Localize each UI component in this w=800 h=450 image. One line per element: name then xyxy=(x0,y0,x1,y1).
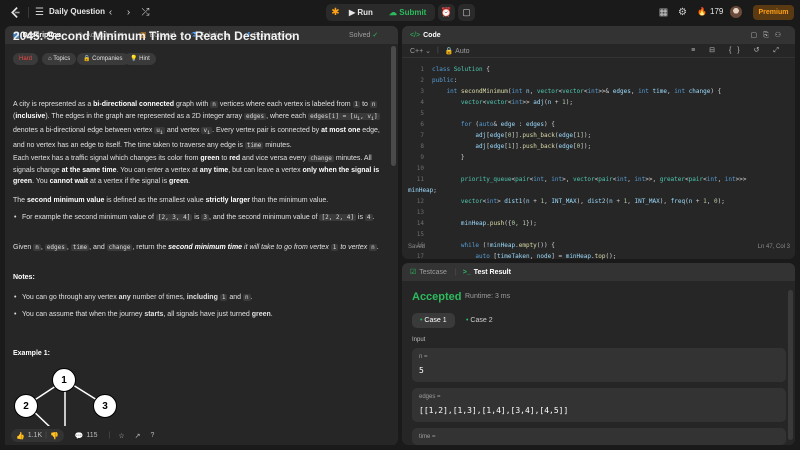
description-paragraph: The second minimum value is defined as t… xyxy=(13,197,329,204)
input-value: 5 xyxy=(419,366,424,375)
difficulty-badge: Hard xyxy=(13,53,39,65)
layout-icon[interactable]: ▦ xyxy=(657,6,670,19)
comments-button[interactable]: 💬 115 xyxy=(70,429,103,442)
code-header-icons[interactable]: ▢⎘⚇ xyxy=(751,31,788,40)
case-tab-2[interactable]: • Case 2 xyxy=(458,313,501,328)
settings-gear-icon[interactable]: ⚙ xyxy=(676,6,689,19)
description-paragraph: Each vertex has a traffic signal which c… xyxy=(13,155,380,185)
avatar[interactable] xyxy=(730,6,742,18)
input-edges-box: edges = [[1,2],[1,3],[1,4],[3,4],[4,5]] xyxy=(412,388,786,422)
test-tab-bar: ☑ Testcase | >_ Test Result xyxy=(402,263,795,281)
submit-button[interactable]: ☁ Submit xyxy=(389,5,434,20)
example-heading: Example 1: xyxy=(13,350,50,357)
editor-toolbar-icons[interactable]: ≡ ⊟ {} ↺ ⤢ xyxy=(691,46,785,55)
terminal-icon: >_ xyxy=(462,268,471,276)
help-icon[interactable]: ? xyxy=(151,432,155,439)
auto-mode-toggle[interactable]: 🔒 Auto xyxy=(445,47,470,55)
test-scrollbar[interactable] xyxy=(788,290,793,440)
verdict-label: Accepted xyxy=(412,291,462,303)
input-value: [[1,2],[1,3],[1,4],[3,4],[4,5]] xyxy=(419,406,569,415)
problem-title: 2045. Second Minimum Time to Reach Desti… xyxy=(13,29,300,43)
graph-node: 3 xyxy=(93,394,117,418)
like-button[interactable]: 👍 1.1K | 👎 xyxy=(11,429,64,442)
hint-chip[interactable]: 💡 Hint xyxy=(124,53,156,65)
shuffle-icon[interactable]: ⤮ xyxy=(139,6,152,19)
thumbs-up-icon: 👍 xyxy=(16,432,25,440)
leetcode-logo-icon[interactable] xyxy=(9,6,22,19)
upload-icon: ☁ xyxy=(389,8,400,17)
next-problem-icon[interactable]: › xyxy=(122,6,135,19)
description-scrollbar[interactable] xyxy=(391,46,396,166)
description-footer: 👍 1.1K | 👎 💬 115 | ☆ ↗ ? xyxy=(5,426,395,445)
problem-list-icon[interactable]: ☰ xyxy=(33,6,46,19)
lock-icon: 🔒 xyxy=(444,47,456,55)
list-item: You can go through any vertex any number… xyxy=(14,292,382,304)
debug-icon[interactable]: ✱ xyxy=(329,6,342,19)
run-button[interactable]: ▶ Run xyxy=(349,5,384,20)
notes-heading: Notes: xyxy=(13,274,35,281)
lock-icon: 🔒 xyxy=(83,56,93,62)
input-key: time = xyxy=(419,434,436,440)
graph-node: 2 xyxy=(14,394,38,418)
code-toolbar: C++ ⌄ | 🔒 Auto ≡ ⊟ {} ↺ ⤢ xyxy=(402,44,795,58)
tab-test-result[interactable]: >_ Test Result xyxy=(463,269,511,276)
divider xyxy=(28,7,29,18)
input-time-box: time = xyxy=(412,428,786,445)
list-item: You can assume that when the journey sta… xyxy=(14,309,382,321)
topics-chip[interactable]: ⌂ Topics xyxy=(42,53,77,65)
input-key: edges = xyxy=(419,394,441,400)
input-n-box: n = 5 xyxy=(412,348,786,382)
input-label: Input xyxy=(412,337,426,343)
premium-button[interactable]: Premium xyxy=(753,5,794,20)
streak-fire-icon: 🔥 xyxy=(697,7,707,16)
code-icon: </> xyxy=(410,31,421,39)
list-item: For example the second minimum value of … xyxy=(14,212,382,224)
companies-chip[interactable]: 🔒 Companies xyxy=(77,53,129,65)
input-key: n = xyxy=(419,354,428,360)
description-paragraph: A city is represented as a bi-directiona… xyxy=(13,101,380,149)
checkbox-icon: ☑ xyxy=(410,269,417,276)
code-editor[interactable]: 1 class Solution { 2 public: 3 int secondM… xyxy=(402,64,792,262)
thumbs-down-icon[interactable]: 👎 xyxy=(50,432,59,440)
save-status: Saved xyxy=(408,244,426,250)
bulb-icon: 💡 xyxy=(130,56,140,62)
star-icon[interactable]: ☆ xyxy=(118,432,124,440)
comment-icon: 💬 xyxy=(74,432,84,440)
case-tab-1[interactable]: • Case 1 xyxy=(412,313,455,328)
tab-testcase[interactable]: ☑ Testcase xyxy=(410,268,447,277)
code-panel-header: </> Code ▢⎘⚇ xyxy=(402,26,795,44)
graph-node: 1 xyxy=(52,368,76,392)
language-select[interactable]: C++ ⌄ xyxy=(410,47,431,55)
check-circle-icon: ✓ xyxy=(372,32,379,39)
share-icon[interactable]: ↗ xyxy=(135,432,141,440)
notes-icon[interactable]: ▢ xyxy=(458,4,475,21)
streak-count[interactable]: 179 xyxy=(710,7,723,16)
alarm-icon[interactable]: ⏰ xyxy=(438,4,455,21)
runtime-label: Runtime: 3 ms xyxy=(465,293,511,300)
description-paragraph: Given n, edges, time, and change, return… xyxy=(13,244,379,251)
prev-problem-icon[interactable]: ‹ xyxy=(104,6,117,19)
daily-question-title[interactable]: Daily Question xyxy=(49,7,105,16)
solved-status: Solved ✓ xyxy=(349,32,379,39)
top-navbar: ☰ Daily Question ‹ › ⤮ ✱ ▶ Run ☁ Submit … xyxy=(0,0,800,25)
cursor-position: Ln 47, Col 3 xyxy=(757,244,790,250)
